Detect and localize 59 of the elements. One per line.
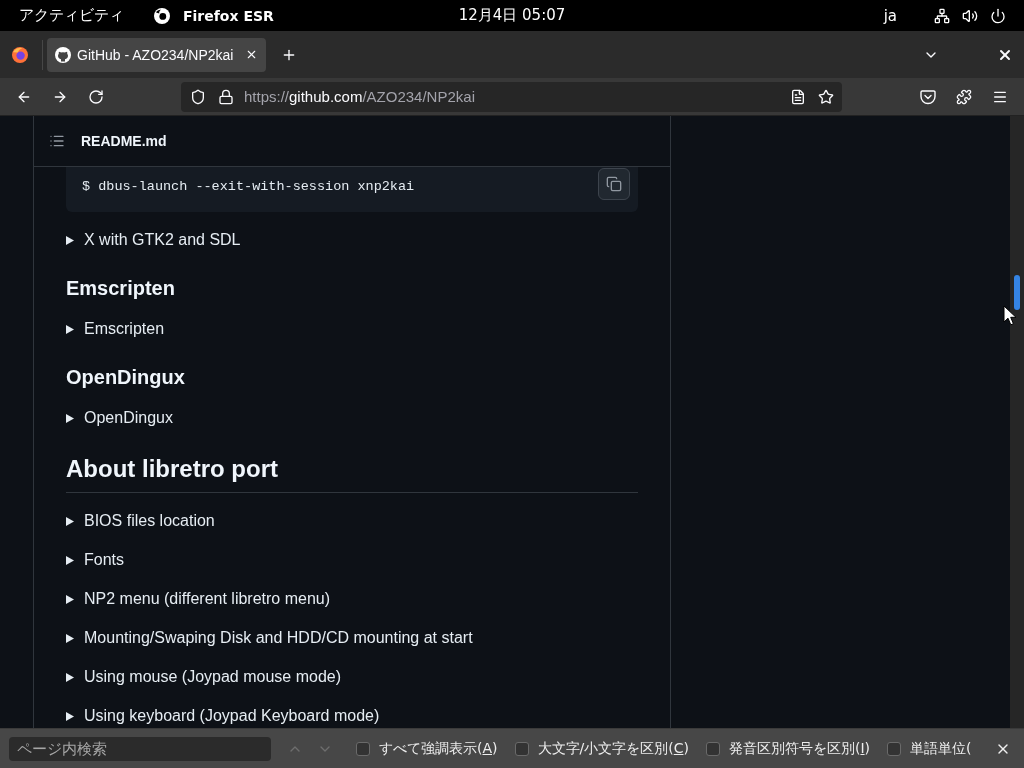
disclosure-triangle-icon[interactable]	[66, 594, 74, 604]
volume-icon[interactable]	[962, 7, 978, 24]
checkbox[interactable]	[887, 741, 902, 756]
file-name: README.md	[81, 133, 167, 149]
checkbox[interactable]	[356, 741, 370, 756]
activities-button[interactable]: アクティビティ	[19, 6, 124, 25]
scrollbar-track[interactable]	[1010, 116, 1024, 728]
disclosure-triangle-icon[interactable]	[66, 413, 74, 423]
pouch-icon[interactable]	[920, 88, 936, 105]
section-heading: OpenDingux	[66, 365, 186, 390]
power-icon[interactable]	[990, 7, 1006, 24]
section-heading: About libretro port	[66, 454, 638, 493]
copy-icon	[606, 176, 622, 192]
address-bar[interactable]: https://github.com/AZO234/NP2kai	[181, 81, 842, 112]
checkbox[interactable]	[514, 741, 529, 756]
disclosure-triangle-icon[interactable]	[66, 633, 74, 643]
app-logo-icon	[154, 7, 170, 24]
details-summary[interactable]: Mounting/Swaping Disk and HDD/CD mounting at start	[84, 627, 473, 649]
clock-button[interactable]: 12月4日 05:07	[458, 6, 566, 25]
disclosure-triangle-icon[interactable]	[66, 516, 74, 526]
find-field[interactable]: ページ内検索	[9, 736, 271, 761]
network-icon[interactable]	[934, 7, 950, 24]
outline-list-icon[interactable]	[49, 133, 65, 149]
details-summary[interactable]: OpenDingux	[84, 407, 173, 429]
star-icon[interactable]	[818, 88, 834, 105]
checkbox[interactable]	[705, 741, 720, 756]
details-summary[interactable]: X with GTK2 and SDL	[84, 229, 241, 251]
url-field[interactable]: https://github.com/AZO234/NP2kai	[244, 88, 475, 105]
site-favicon-icon	[55, 46, 71, 63]
option-label[interactable]: すべて強調表示(A)	[379, 739, 498, 758]
option-label[interactable]: 大文字/小文字を区別(C)	[537, 739, 689, 758]
browser-tab[interactable]: GitHub - AZO234/NP2kai	[47, 37, 266, 72]
code-text: $ dbus-launch --exit-with-session xnp2kai	[82, 179, 415, 194]
option-label[interactable]: 単語単位(	[910, 739, 972, 758]
disclosure-triangle-icon[interactable]	[66, 235, 74, 245]
disclosure-triangle-icon[interactable]	[66, 324, 74, 334]
scrollbar-thumb[interactable]	[1014, 275, 1020, 310]
disclosure-triangle-icon[interactable]	[66, 672, 74, 682]
details-summary[interactable]: Emscripten	[84, 318, 165, 340]
document-icon[interactable]	[790, 88, 806, 105]
shield-icon[interactable]	[190, 88, 206, 105]
option-label[interactable]: 発音区別符号を区別(I)	[728, 739, 871, 758]
disclosure-triangle-icon[interactable]	[66, 711, 74, 721]
details-summary[interactable]: Fonts	[84, 549, 124, 571]
browser-logo-icon[interactable]	[12, 46, 28, 63]
puzzle-piece-icon[interactable]	[956, 88, 972, 105]
mouse-pointer-icon	[1003, 305, 1017, 326]
lock-icon[interactable]	[218, 88, 234, 105]
copy-button[interactable]	[598, 168, 630, 200]
disclosure-triangle-icon[interactable]	[66, 555, 74, 565]
app-menu-button[interactable]: Firefox ESR	[154, 7, 274, 24]
reload-icon[interactable]	[88, 88, 104, 105]
details-summary[interactable]: Using keyboard (Joypad Keyboard mode)	[84, 705, 380, 727]
details-summary[interactable]: Using mouse (Joypad mouse mode)	[84, 666, 341, 688]
details-summary[interactable]: NP2 menu (different libretro menu)	[84, 588, 331, 610]
close-tab-icon[interactable]	[245, 48, 258, 61]
details-summary[interactable]: BIOS files location	[84, 510, 215, 532]
input-method-button[interactable]: ja	[883, 6, 897, 25]
section-heading: Emscripten	[66, 276, 176, 301]
